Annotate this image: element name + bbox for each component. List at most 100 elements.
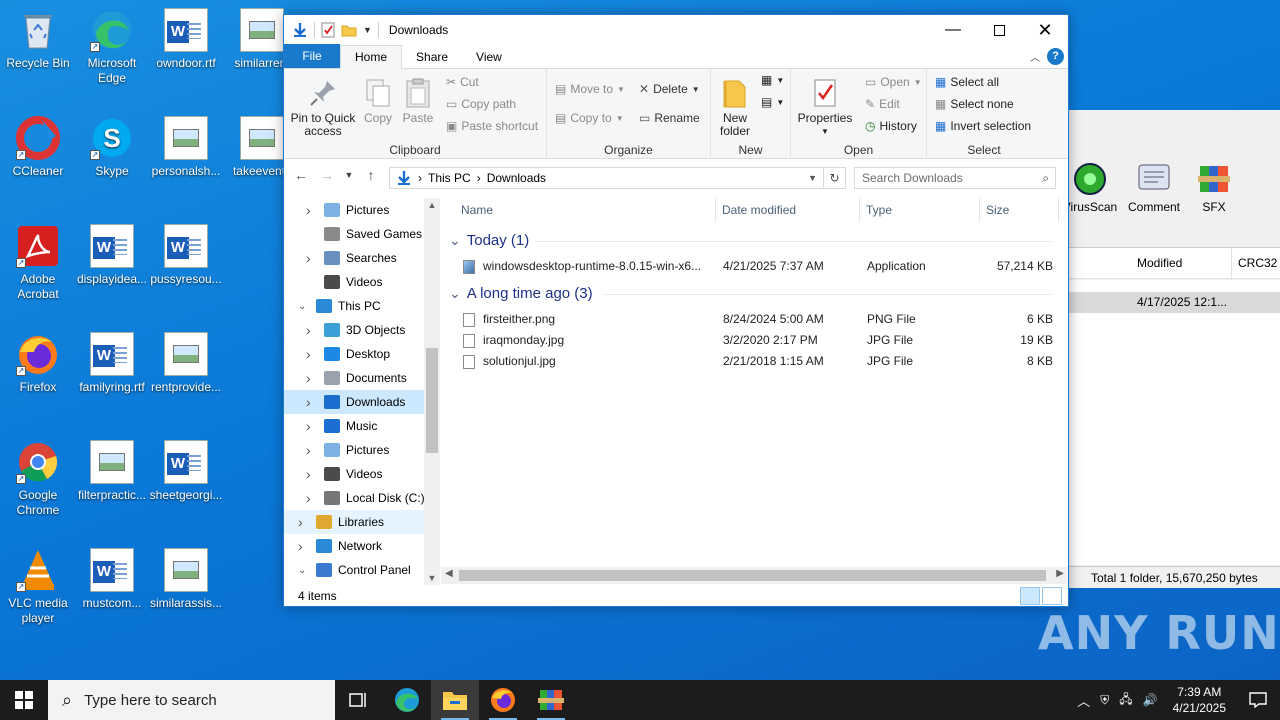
chevron-right-icon[interactable]: › xyxy=(306,250,311,266)
pin-quick-access-button[interactable]: Pin to Quick access xyxy=(288,77,358,138)
help-icon[interactable]: ? xyxy=(1047,48,1064,65)
sfx-button[interactable]: SFX xyxy=(1185,162,1243,214)
column-name[interactable]: Name xyxy=(461,198,493,222)
chevron-right-icon[interactable]: › xyxy=(306,346,311,362)
copy-path-button[interactable]: ▭ Copy path xyxy=(446,97,516,111)
desktop-icon-skype[interactable]: S ↗ Skype xyxy=(74,116,150,179)
file-row[interactable]: windowsdesktop-runtime-8.0.15-win-x6... 4… xyxy=(441,256,1061,277)
tab-home[interactable]: Home xyxy=(340,45,403,69)
desktop-icon-recycle-bin[interactable]: Recycle Bin xyxy=(0,8,76,71)
modified-column[interactable]: Modified xyxy=(1137,256,1182,270)
chevron-right-icon[interactable]: › xyxy=(306,466,311,482)
details-view-button[interactable] xyxy=(1020,587,1040,605)
file-row[interactable]: solutionjul.jpg 2/21/2018 1:15 AM JPG File… xyxy=(441,351,1061,372)
large-icons-view-button[interactable] xyxy=(1042,587,1062,605)
chevron-right-icon[interactable]: › xyxy=(306,442,311,458)
winrar-selected-row[interactable]: 4/17/2025 12:1... xyxy=(1069,292,1280,313)
chevron-right-icon[interactable]: › xyxy=(306,202,311,218)
search-input[interactable]: Search Downloads ⌕ xyxy=(854,167,1056,189)
nav-item-this-pc[interactable]: ⌄ This PC xyxy=(284,294,424,318)
chevron-down-icon[interactable]: ⌄ xyxy=(298,301,306,312)
nav-scroll-thumb[interactable] xyxy=(426,348,438,453)
nav-item-control-panel[interactable]: ⌄ Control Panel xyxy=(284,558,424,582)
up-button[interactable]: ↑ xyxy=(360,167,382,183)
desktop-icon-personalsh[interactable]: personalsh... xyxy=(148,116,224,179)
tab-file[interactable]: File xyxy=(284,44,340,68)
nav-item-music[interactable]: › Music xyxy=(284,414,424,438)
new-folder-button[interactable]: New folder xyxy=(715,77,755,138)
breadcrumb-downloads[interactable]: Downloads xyxy=(487,171,546,185)
taskbar-edge[interactable] xyxy=(383,680,431,720)
invert-selection-button[interactable]: ▦ Invert selection xyxy=(935,119,1031,133)
back-button[interactable]: ← xyxy=(290,167,312,183)
desktop-icon-familyring[interactable]: W familyring.rtf xyxy=(74,332,150,395)
new-folder-qa-icon[interactable] xyxy=(341,23,357,37)
crc32-column[interactable]: CRC32 xyxy=(1238,256,1277,270)
column-date-modified[interactable]: Date modified xyxy=(722,198,796,222)
nav-item-libraries[interactable]: › Libraries xyxy=(284,510,424,534)
close-button[interactable]: ✕ xyxy=(1022,15,1068,45)
network-icon[interactable]: 🖧 xyxy=(1114,690,1137,711)
nav-item-videos[interactable]: Videos xyxy=(284,270,424,294)
new-item-button[interactable]: ▦ ▼ xyxy=(761,73,784,87)
defender-icon[interactable]: ⛨ xyxy=(1095,693,1114,708)
nav-item-searches[interactable]: › Searches xyxy=(284,246,424,270)
desktop-icon-ccleaner[interactable]: ↗ CCleaner xyxy=(0,116,76,179)
desktop-icon-sheetgeorgi[interactable]: W sheetgeorgi... xyxy=(148,440,224,503)
address-dropdown-icon[interactable]: ▼ xyxy=(808,173,817,183)
chevron-down-icon[interactable]: ⌄ xyxy=(449,232,461,249)
easy-access-button[interactable]: ▤ ▼ xyxy=(761,95,784,109)
maximize-button[interactable] xyxy=(976,15,1022,45)
task-view-button[interactable] xyxy=(335,680,383,720)
file-row[interactable]: iraqmonday.jpg 3/2/2020 2:17 PM JPG File 19… xyxy=(441,330,1061,351)
copy-button[interactable]: Copy xyxy=(360,77,396,125)
taskbar-winrar[interactable] xyxy=(527,680,575,720)
scroll-up-icon[interactable]: ▲ xyxy=(424,200,440,210)
file-group-header[interactable]: ⌄ Today (1) xyxy=(449,232,529,249)
volume-icon[interactable]: 🔊 xyxy=(1138,693,1163,707)
qa-dropdown-icon[interactable]: ▼ xyxy=(363,25,372,35)
scroll-down-icon[interactable]: ▼ xyxy=(424,573,440,583)
properties-button[interactable]: Properties ▼ xyxy=(795,77,855,138)
delete-button[interactable]: ✕ Delete ▼ xyxy=(639,82,700,96)
history-button[interactable]: ◷ History xyxy=(865,119,917,133)
nav-item-documents[interactable]: › Documents xyxy=(284,366,424,390)
nav-item-videos[interactable]: › Videos xyxy=(284,462,424,486)
minimize-button[interactable]: — xyxy=(930,15,976,45)
column-type[interactable]: Type xyxy=(866,198,892,222)
nav-item-pictures[interactable]: › Pictures xyxy=(284,438,424,462)
scroll-right-icon[interactable]: ▶ xyxy=(1056,568,1064,579)
taskbar-firefox[interactable] xyxy=(479,680,527,720)
collapse-ribbon-icon[interactable]: ︿ xyxy=(1030,49,1040,64)
tab-share[interactable]: Share xyxy=(402,46,462,68)
taskbar-search-box[interactable]: ⌕ Type here to search xyxy=(48,680,335,720)
desktop-icon-vlc[interactable]: ↗ VLC media player xyxy=(0,548,76,626)
chevron-right-icon[interactable]: › xyxy=(306,322,311,338)
address-bar[interactable]: › This PC › Downloads ▼ xyxy=(389,167,824,189)
desktop-icon-firefox[interactable]: ↗ Firefox xyxy=(0,332,76,395)
comment-button[interactable]: Comment xyxy=(1125,162,1183,214)
nav-item-pictures[interactable]: › Pictures xyxy=(284,198,424,222)
file-list-horizontal-scrollbar[interactable]: ◀ ▶ xyxy=(441,567,1068,584)
chevron-down-icon[interactable]: ⌄ xyxy=(449,285,461,302)
desktop-icon-edge[interactable]: ↗ Microsoft Edge xyxy=(74,8,150,86)
chevron-right-icon[interactable]: › xyxy=(306,490,311,506)
nav-item-local-disk-c-[interactable]: › Local Disk (C:) xyxy=(284,486,424,510)
start-button[interactable] xyxy=(0,680,48,720)
refresh-button[interactable]: ↻ xyxy=(824,167,846,189)
file-list-scroll-thumb[interactable] xyxy=(459,570,1046,581)
chevron-right-icon[interactable]: › xyxy=(306,394,311,410)
paste-shortcut-button[interactable]: ▣ Paste shortcut xyxy=(446,119,538,133)
recent-locations-button[interactable]: ▼ xyxy=(342,170,356,180)
nav-scrollbar[interactable]: ▲ ▼ xyxy=(424,198,440,585)
chevron-down-icon[interactable]: ⌄ xyxy=(298,565,306,576)
desktop-icon-acrobat[interactable]: ↗ Adobe Acrobat xyxy=(0,224,76,302)
select-none-button[interactable]: ▦ Select none xyxy=(935,97,1014,111)
chevron-right-icon[interactable]: › xyxy=(306,370,311,386)
rename-button[interactable]: ▭ Rename xyxy=(639,111,700,125)
nav-item-saved-games[interactable]: Saved Games xyxy=(284,222,424,246)
tab-view[interactable]: View xyxy=(462,46,516,68)
nav-item-downloads[interactable]: › Downloads xyxy=(284,390,424,414)
desktop-icon-similarassis[interactable]: similarassis... xyxy=(148,548,224,611)
show-hidden-icons-icon[interactable]: ︿ xyxy=(1072,691,1095,710)
